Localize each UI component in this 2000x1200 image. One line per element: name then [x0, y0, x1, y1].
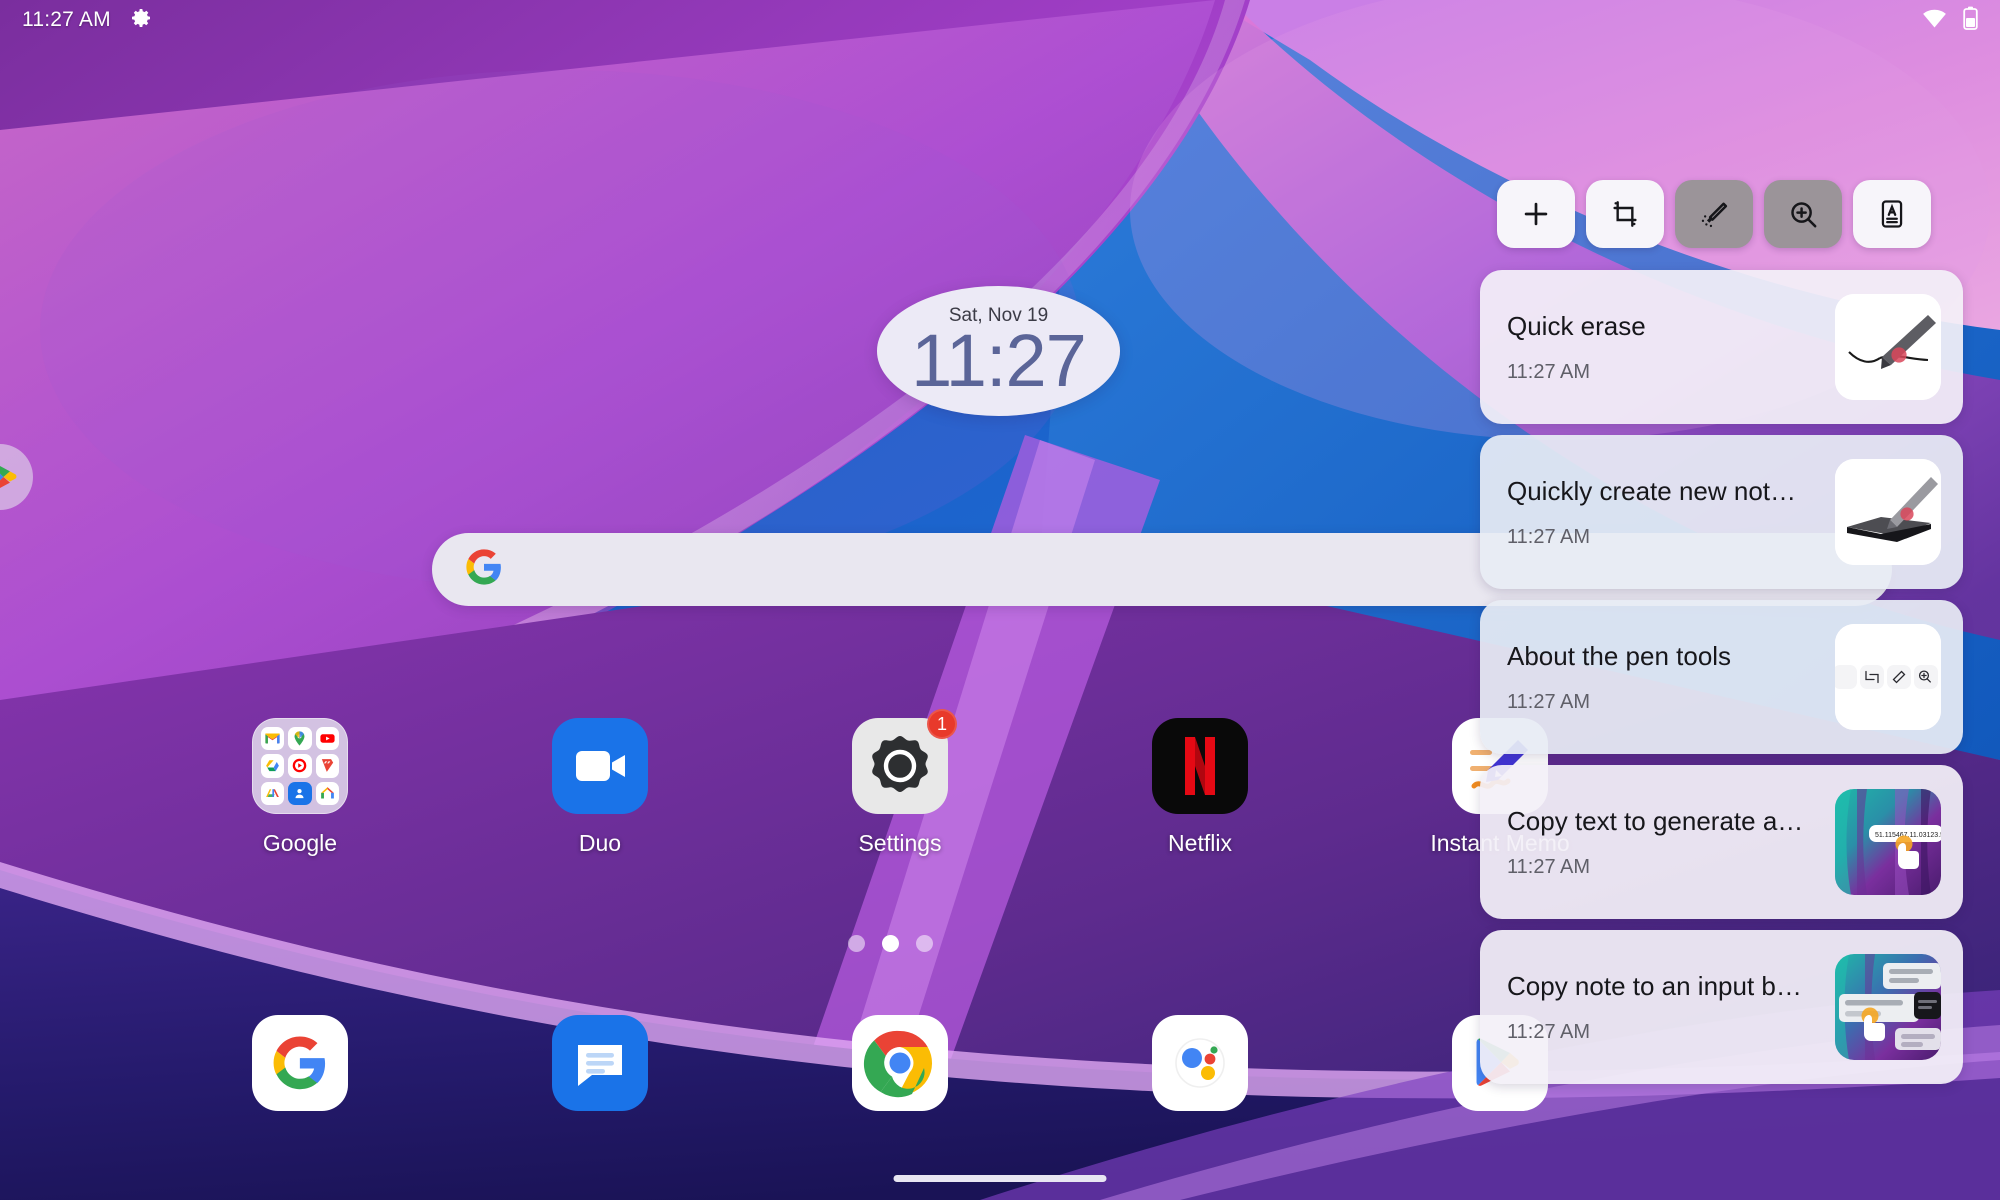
- zoom-in-icon: [1790, 201, 1816, 227]
- dock-cell-google-search[interactable]: [150, 1015, 450, 1111]
- page-dot-2[interactable]: [881, 935, 899, 952]
- pen-stroke-thumb: [1835, 294, 1941, 400]
- notification-time: 11:27 AM: [1507, 855, 1591, 878]
- notification-card[interactable]: Copy note to an input b… 11:27 AM: [1480, 930, 1963, 1084]
- text-note-button[interactable]: [1853, 180, 1931, 248]
- app-label: Duo: [578, 830, 622, 856]
- netflix-icon: [1152, 718, 1248, 814]
- duo-icon-wrap[interactable]: [552, 718, 648, 814]
- assistant-icon: [1152, 1015, 1248, 1111]
- wifi-icon: [1922, 8, 1947, 33]
- notification-text: Copy text to generate a… 11:27 AM: [1507, 806, 1835, 879]
- settings-icon-wrap[interactable]: 1: [852, 709, 957, 814]
- status-bar: 11:27 AM: [0, 0, 2000, 40]
- page-dot-3[interactable]: [915, 935, 933, 952]
- messages-icon: [552, 1015, 648, 1111]
- quick-erase-button[interactable]: [1675, 180, 1753, 248]
- crop-button[interactable]: [1586, 180, 1664, 248]
- notification-title: Quick erase: [1507, 310, 1646, 341]
- dock-cell-messages[interactable]: [450, 1015, 750, 1111]
- notification-title: Copy text to generate a…: [1507, 805, 1804, 836]
- notification-text: Copy note to an input b… 11:27 AM: [1507, 971, 1835, 1044]
- clock-widget[interactable]: Sat, Nov 19 11:27: [877, 286, 1120, 416]
- notification-card[interactable]: Quick erase 11:27 AM: [1480, 270, 1963, 424]
- netflix-icon-wrap[interactable]: [1152, 718, 1248, 814]
- notification-text: About the pen tools 11:27 AM: [1507, 641, 1835, 714]
- gmail-icon: [261, 727, 285, 751]
- text-card-icon: [1881, 200, 1903, 228]
- copy-note-thumb: [1835, 954, 1941, 1060]
- gear-icon[interactable]: [129, 6, 153, 35]
- home-gesture-bar[interactable]: [893, 1175, 1107, 1182]
- notification-text: Quickly create new not… 11:27 AM: [1507, 476, 1835, 549]
- play-store-icon: [0, 466, 17, 488]
- notification-title: Quickly create new not…: [1507, 475, 1797, 506]
- google-one-icon: [261, 781, 285, 805]
- notification-time: 11:27 AM: [1507, 360, 1591, 383]
- app-label: Netflix: [1168, 830, 1232, 856]
- chrome-icon: [852, 1015, 948, 1111]
- status-bar-left: 11:27 AM: [22, 6, 153, 35]
- dock-cell-assistant[interactable]: [1050, 1015, 1350, 1111]
- google-g-icon: [252, 1015, 348, 1111]
- pen-assistant-panel: Quick erase 11:27 AM Quickly create new …: [1480, 180, 1980, 1095]
- youtube-icon: [315, 727, 339, 751]
- notification-time: 11:27 AM: [1507, 690, 1591, 713]
- google-folder-icon[interactable]: [252, 718, 348, 814]
- youtube-music-icon: [288, 754, 312, 778]
- dock-cell-chrome[interactable]: [750, 1015, 1050, 1111]
- app-label: Google: [262, 830, 338, 856]
- plus-icon: [1524, 202, 1548, 226]
- notification-title: About the pen tools: [1507, 640, 1732, 671]
- google-g-icon: [466, 549, 502, 590]
- app-cell-settings[interactable]: 1 Settings: [750, 709, 1050, 857]
- mini-toolbar-thumb: [1835, 624, 1941, 730]
- play-movies-icon: [315, 754, 339, 778]
- app-cell-duo[interactable]: Duo: [450, 718, 750, 857]
- copy-text-thumb: 51.115467.11.03123.55.3313.: [1835, 789, 1941, 895]
- clock-widget-time: 11:27: [911, 319, 1087, 403]
- app-label: Settings: [858, 830, 942, 856]
- battery-icon: [1963, 6, 1978, 35]
- status-bar-clock: 11:27 AM: [22, 8, 111, 31]
- maps-icon: [288, 727, 312, 751]
- app-cell-netflix[interactable]: Netflix: [1050, 718, 1350, 857]
- google-folder-icon-wrap[interactable]: [252, 718, 348, 814]
- add-note-button[interactable]: [1497, 180, 1575, 248]
- notification-text: Quick erase 11:27 AM: [1507, 311, 1835, 384]
- crop-icon: [1613, 201, 1637, 227]
- drive-icon: [261, 754, 285, 778]
- google-home-icon: [315, 781, 339, 805]
- settings-badge: 1: [927, 709, 957, 739]
- magnify-button[interactable]: [1764, 180, 1842, 248]
- notification-card[interactable]: About the pen tools 11:27 AM: [1480, 600, 1963, 754]
- notification-time: 11:27 AM: [1507, 525, 1591, 548]
- duo-icon: [552, 718, 648, 814]
- app-cell-google-folder[interactable]: Google: [150, 718, 450, 857]
- status-bar-right: [1922, 6, 1978, 35]
- notification-card[interactable]: Copy text to generate a… 11:27 AM 51.115…: [1480, 765, 1963, 919]
- notification-time: 11:27 AM: [1507, 1020, 1591, 1043]
- pen-toolbar: [1480, 180, 1980, 248]
- pen-tablet-thumb: [1835, 459, 1941, 565]
- magic-pen-icon: [1701, 202, 1727, 227]
- notification-title: Copy note to an input b…: [1507, 970, 1802, 1001]
- notification-card[interactable]: Quickly create new not… 11:27 AM: [1480, 435, 1963, 589]
- contacts-icon: [288, 781, 312, 805]
- page-dot-1[interactable]: [847, 935, 865, 952]
